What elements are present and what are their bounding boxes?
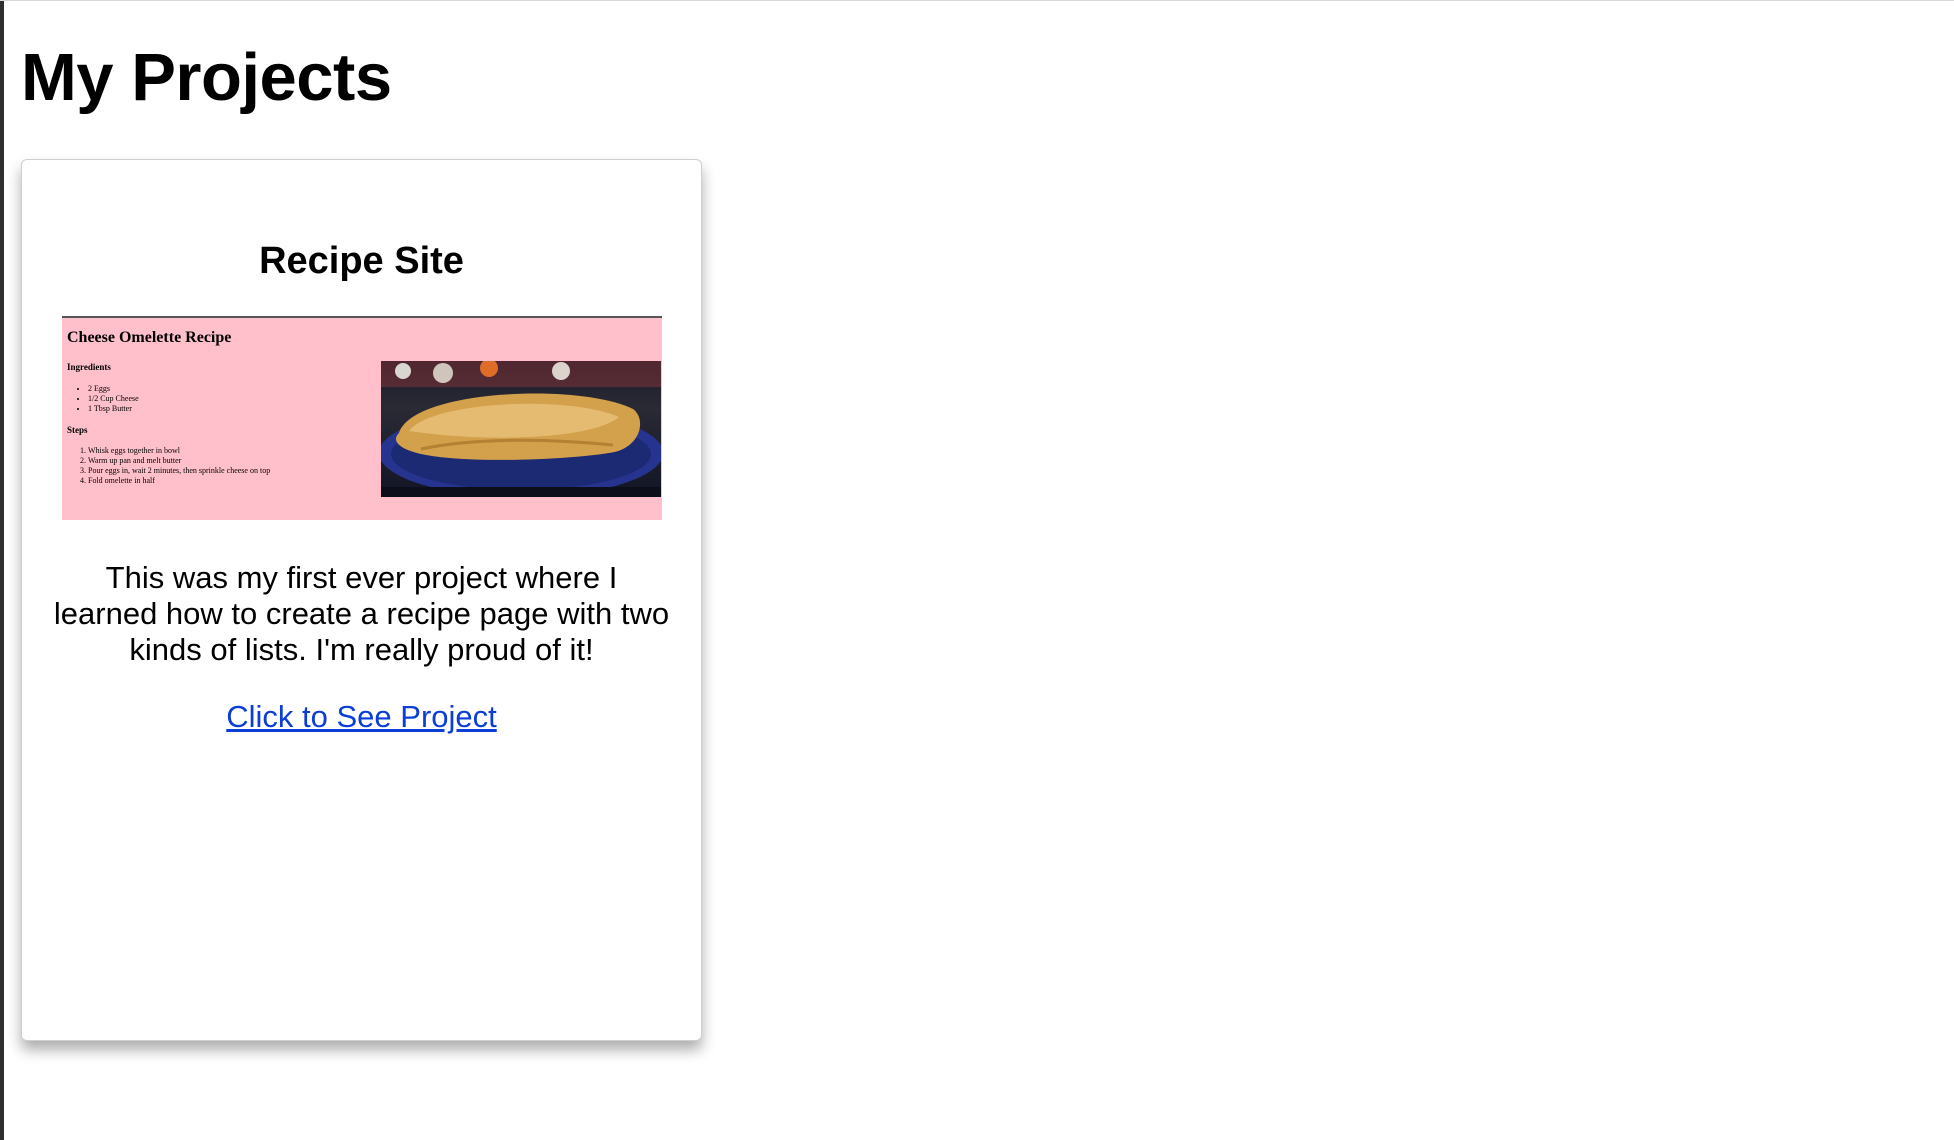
preview-steps-heading: Steps: [67, 425, 88, 435]
project-title: Recipe Site: [259, 240, 464, 282]
preview-step-item: Fold omelette in half: [88, 476, 270, 486]
page-title: My Projects: [21, 40, 392, 115]
preview-ingredients-list: 2 Eggs 1/2 Cup Cheese 1 Tbsp Butter: [88, 384, 139, 414]
preview-ingredients-heading: Ingredients: [67, 362, 111, 372]
preview-step-item: Warm up pan and melt butter: [88, 456, 270, 466]
project-description: This was my first ever project where I l…: [53, 560, 670, 667]
preview-steps-list: Whisk eggs together in bowl Warm up pan …: [88, 446, 270, 486]
project-card: Recipe Site Cheese Omelette Recipe Ingre…: [21, 159, 702, 1041]
preview-step-item: Pour eggs in, wait 2 minutes, then sprin…: [88, 466, 270, 476]
portfolio-page: My Projects Recipe Site Cheese Omelette …: [0, 0, 1954, 1140]
preview-step-item: Whisk eggs together in bowl: [88, 446, 270, 456]
preview-ingredient-item: 1/2 Cup Cheese: [88, 394, 139, 404]
omelette-photo: [381, 361, 661, 497]
preview-recipe-title: Cheese Omelette Recipe: [67, 329, 232, 346]
window-left-edge: [0, 1, 4, 1140]
see-project-link[interactable]: Click to See Project: [22, 698, 701, 736]
project-preview-image: Cheese Omelette Recipe Ingredients 2 Egg…: [62, 316, 662, 520]
preview-ingredient-item: 2 Eggs: [88, 384, 139, 394]
preview-ingredient-item: 1 Tbsp Butter: [88, 404, 139, 414]
